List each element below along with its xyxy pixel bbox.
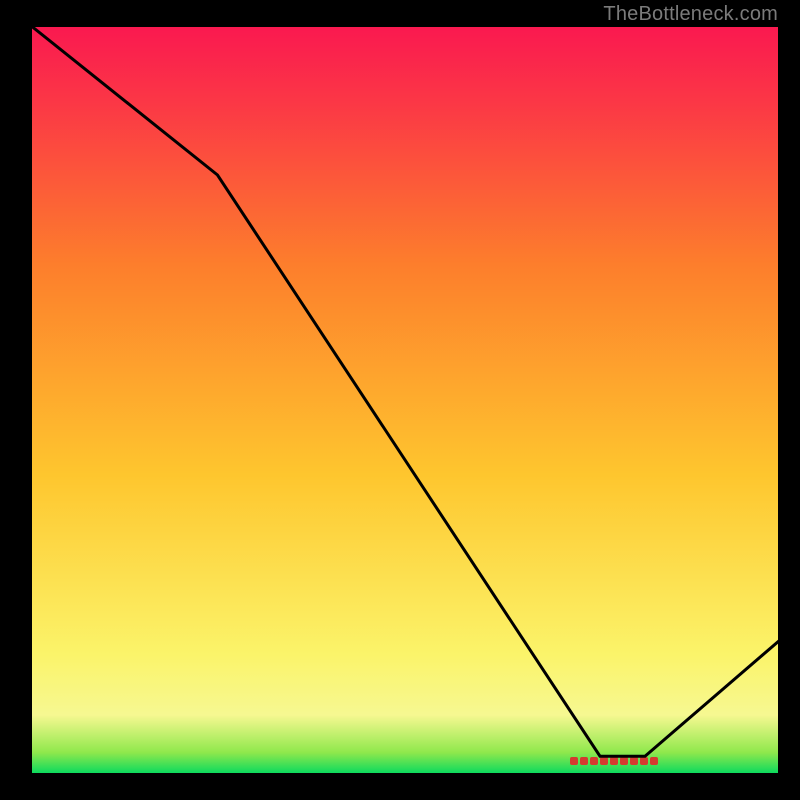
optimal-marker [650,757,658,765]
optimal-marker [630,757,638,765]
optimal-marker [590,757,598,765]
heat-gradient-background [30,25,780,775]
watermark-text: TheBottleneck.com [603,3,778,26]
optimal-marker [580,757,588,765]
optimal-marker [610,757,618,765]
optimal-band-marker [570,757,658,765]
optimal-marker [570,757,578,765]
chart-frame: TheBottleneck.com [0,0,800,800]
optimal-marker [620,757,628,765]
optimal-marker [600,757,608,765]
optimal-marker [640,757,648,765]
bottleneck-chart [0,0,800,800]
